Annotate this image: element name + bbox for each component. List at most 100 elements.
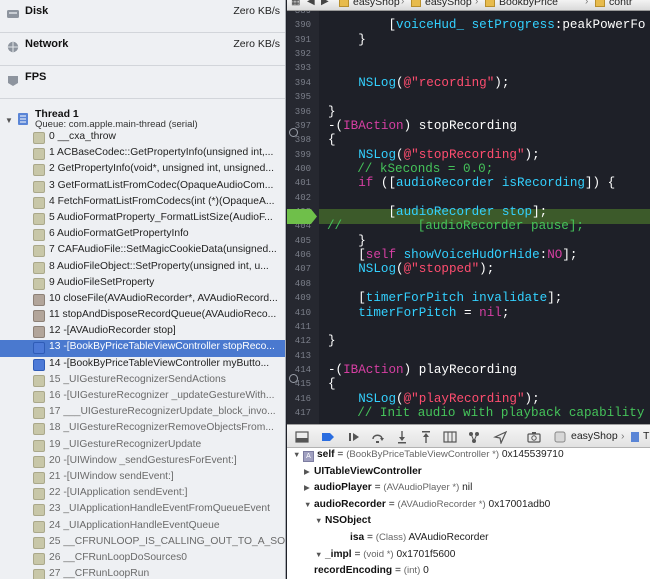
stack-frame-row[interactable]: 24 _UIApplicationHandleEventQueue [0, 519, 285, 535]
system-frame-icon [33, 391, 45, 403]
breadcrumb-group[interactable]: easyShop [425, 0, 472, 8]
step-into-icon[interactable] [395, 430, 409, 444]
code-line: // kSeconds = 0.0; [327, 161, 494, 176]
line-number: 394 [294, 77, 311, 88]
stack-frame-label: 16 -[UIGestureRecognizer _updateGestureW… [49, 390, 275, 401]
line-number: 416 [294, 393, 311, 404]
disclosure-triangle-icon[interactable]: ▶ [304, 483, 314, 492]
thread-selector-label[interactable]: T [643, 430, 649, 442]
stack-frame-row[interactable]: 13 -[BookByPriceTableViewController stop… [0, 340, 285, 357]
debug-view-hierarchy-icon[interactable] [443, 430, 457, 444]
stack-frame-row[interactable]: 0 __cxa_throw [0, 130, 285, 146]
camera-icon[interactable] [527, 430, 541, 444]
stack-frame-row[interactable]: 16 -[UIGestureRecognizer _updateGestureW… [0, 389, 285, 405]
stack-frame-label: 17 ___UIGestureRecognizerUpdate_block_in… [49, 406, 276, 418]
code-line: if ([audioRecorder isRecording]) { [358, 176, 616, 191]
stack-frame-row[interactable]: 21 -[UIWindow sendEvent:] [0, 470, 285, 486]
breadcrumb-separator-icon: › [475, 0, 479, 7]
breakpoints-toggle-icon[interactable] [321, 430, 335, 444]
forward-arrow-icon[interactable]: ▶ [321, 0, 329, 7]
line-number: 405 [294, 235, 311, 246]
stack-frame-row[interactable]: 27 __CFRunLoopRun [0, 567, 285, 579]
stack-frame-row[interactable]: 7 CAFAudioFile::SetMagicCookieData(unsig… [0, 243, 285, 259]
stack-frame-row[interactable]: 19 _UIGestureRecognizerUpdate [0, 438, 285, 454]
thread-queue: Queue: com.apple.main-thread (serial) [35, 119, 198, 130]
variable-row[interactable]: ▼ Aself = (BookByPriceTableViewController… [293, 449, 564, 466]
code-line: NSLog(@"playRecording"); [358, 391, 540, 406]
stack-frame-row[interactable]: 3 GetFormatListFromCodec(OpaqueAudioCom.… [0, 179, 285, 195]
system-frame-icon [33, 310, 45, 323]
hide-debug-area-icon[interactable] [295, 430, 309, 444]
debug-bar: easyShop › T [287, 424, 650, 448]
stack-frame-row[interactable]: 9 AudioFileSetProperty [0, 276, 285, 292]
variable-value: AVAudioRecorder [408, 532, 489, 543]
stack-frame-row[interactable]: 22 -[UIApplication sendEvent:] [0, 486, 285, 502]
disclosure-triangle-icon[interactable]: ▼ [304, 500, 314, 509]
code-line: } [328, 233, 366, 248]
disclosure-triangle-icon[interactable]: ▼ [315, 516, 325, 525]
line-number: 401 [294, 178, 311, 189]
breadcrumb-separator-icon: › [585, 0, 589, 7]
stack-frame-row[interactable]: 12 -[AVAudioRecorder stop] [0, 324, 285, 340]
breadcrumb-project[interactable]: easyShop [353, 0, 400, 8]
code-editor[interactable]: 389 390 391 392 393 394 395 396 397 398 399 400 401 4… [287, 11, 650, 424]
stack-frame-row[interactable]: 4 FetchFormatListFromCodecs(int (*)(Opaq… [0, 195, 285, 211]
breadcrumb-file[interactable]: contr [609, 0, 632, 8]
variable-row[interactable]: isa = (Class) AVAudioRecorder [340, 532, 489, 549]
step-over-icon[interactable] [371, 430, 385, 444]
stack-frame-row[interactable]: 1 ACBaseCodec::GetPropertyInfo(unsigned … [0, 146, 285, 162]
stack-frame-label: 22 -[UIApplication sendEvent:] [49, 487, 188, 499]
variable-row[interactable]: ▶ UITableViewController [304, 466, 422, 483]
code-line: } [328, 104, 336, 119]
line-number: 392 [294, 49, 311, 60]
variable-type: (BookByPriceTableViewController *) [346, 449, 500, 460]
stack-frame-row[interactable]: 6 AudioFormatGetPropertyInfo [0, 227, 285, 243]
debug-target-name[interactable]: easyShop [571, 430, 618, 442]
stack-frame-label: 0 __cxa_throw [49, 131, 116, 142]
stack-frame-row[interactable]: 11 stopAndDisposeRecordQueue(AVAudioReco… [0, 308, 285, 324]
memory-graph-icon[interactable] [467, 430, 481, 444]
debug-navigator: Disk Zero KB/s Network Zero KB/s FPS ▼ T… [0, 0, 286, 579]
variable-row[interactable]: ▼ NSObject [315, 515, 371, 532]
fps-gauge[interactable]: FPS [0, 66, 285, 99]
program-counter-arrow-icon[interactable] [287, 209, 317, 224]
thread-row[interactable]: ▼ Thread 1 Queue: com.apple.main-thread … [0, 104, 285, 130]
variable-row[interactable]: ▼ audioRecorder = (AVAudioRecorder *) 0x1… [304, 499, 550, 516]
stack-frame-row[interactable]: 8 AudioFileObject::SetProperty(unsigned … [0, 260, 285, 276]
stack-frame-row[interactable]: 5 AudioFormatProperty_FormatListSize(Aud… [0, 211, 285, 227]
disclosure-triangle-icon[interactable]: ▼ [293, 450, 303, 459]
continue-icon[interactable] [347, 430, 361, 444]
folder-icon [485, 0, 495, 7]
stack-frame-row[interactable]: 18 _UIGestureRecognizerRemoveObjectsFrom… [0, 421, 285, 437]
system-frame-icon [33, 132, 45, 144]
simulate-location-icon[interactable] [493, 430, 507, 444]
stack-frame-row[interactable]: 2 GetPropertyInfo(void*, unsigned int, u… [0, 162, 285, 178]
stack-frame-row[interactable]: 15 _UIGestureRecognizerSendActions [0, 373, 285, 389]
grid-icon[interactable]: ▦ [291, 0, 300, 7]
breakpoint-marker-icon[interactable] [289, 374, 298, 383]
code-line: -(IBAction) stopRecording [328, 118, 517, 133]
thread-selector-icon[interactable] [629, 430, 643, 444]
disclosure-triangle-icon[interactable]: ▼ [315, 550, 325, 559]
stack-frame-row[interactable]: 17 ___UIGestureRecognizerUpdate_block_in… [0, 405, 285, 421]
step-out-icon[interactable] [419, 430, 433, 444]
stack-frame-row[interactable]: 26 __CFRunLoopDoSources0 [0, 551, 285, 567]
code-line: [self showVoiceHudOrHide:NO]; [328, 248, 578, 263]
stack-frame-row[interactable]: 20 -[UIWindow _sendGesturesForEvent:] [0, 454, 285, 470]
disclosure-triangle-icon[interactable]: ▼ [5, 116, 13, 125]
breadcrumb-folder[interactable]: BookbyPrice [499, 0, 558, 8]
disk-gauge[interactable]: Disk Zero KB/s [0, 0, 285, 33]
variable-row[interactable]: ▼ _impl = (void *) 0x1701f5600 [315, 549, 455, 566]
stack-frame-row[interactable]: 25 __CFRUNLOOP_IS_CALLING_OUT_TO_A_SOU..… [0, 535, 285, 551]
disclosure-triangle-icon[interactable]: ▶ [304, 467, 314, 476]
variable-row[interactable]: ▶ audioPlayer = (AVAudioPlayer *) nil [304, 482, 472, 499]
stack-frame-label: 10 closeFile(AVAudioRecorder*, AVAudioRe… [49, 292, 278, 304]
network-gauge[interactable]: Network Zero KB/s [0, 33, 285, 66]
user-code-frame-icon [33, 342, 45, 355]
back-arrow-icon[interactable]: ◀ [307, 0, 315, 7]
stack-frame-row[interactable]: 23 _UIApplicationHandleEventFromQueueEve… [0, 502, 285, 518]
stack-frame-row[interactable]: 14 -[BookByPriceTableViewController myBu… [0, 357, 285, 373]
variable-row[interactable]: recordEncoding = (int) 0 [304, 565, 429, 579]
stack-frame-row[interactable]: 10 closeFile(AVAudioRecorder*, AVAudioRe… [0, 292, 285, 308]
breakpoint-marker-icon[interactable] [289, 128, 298, 137]
